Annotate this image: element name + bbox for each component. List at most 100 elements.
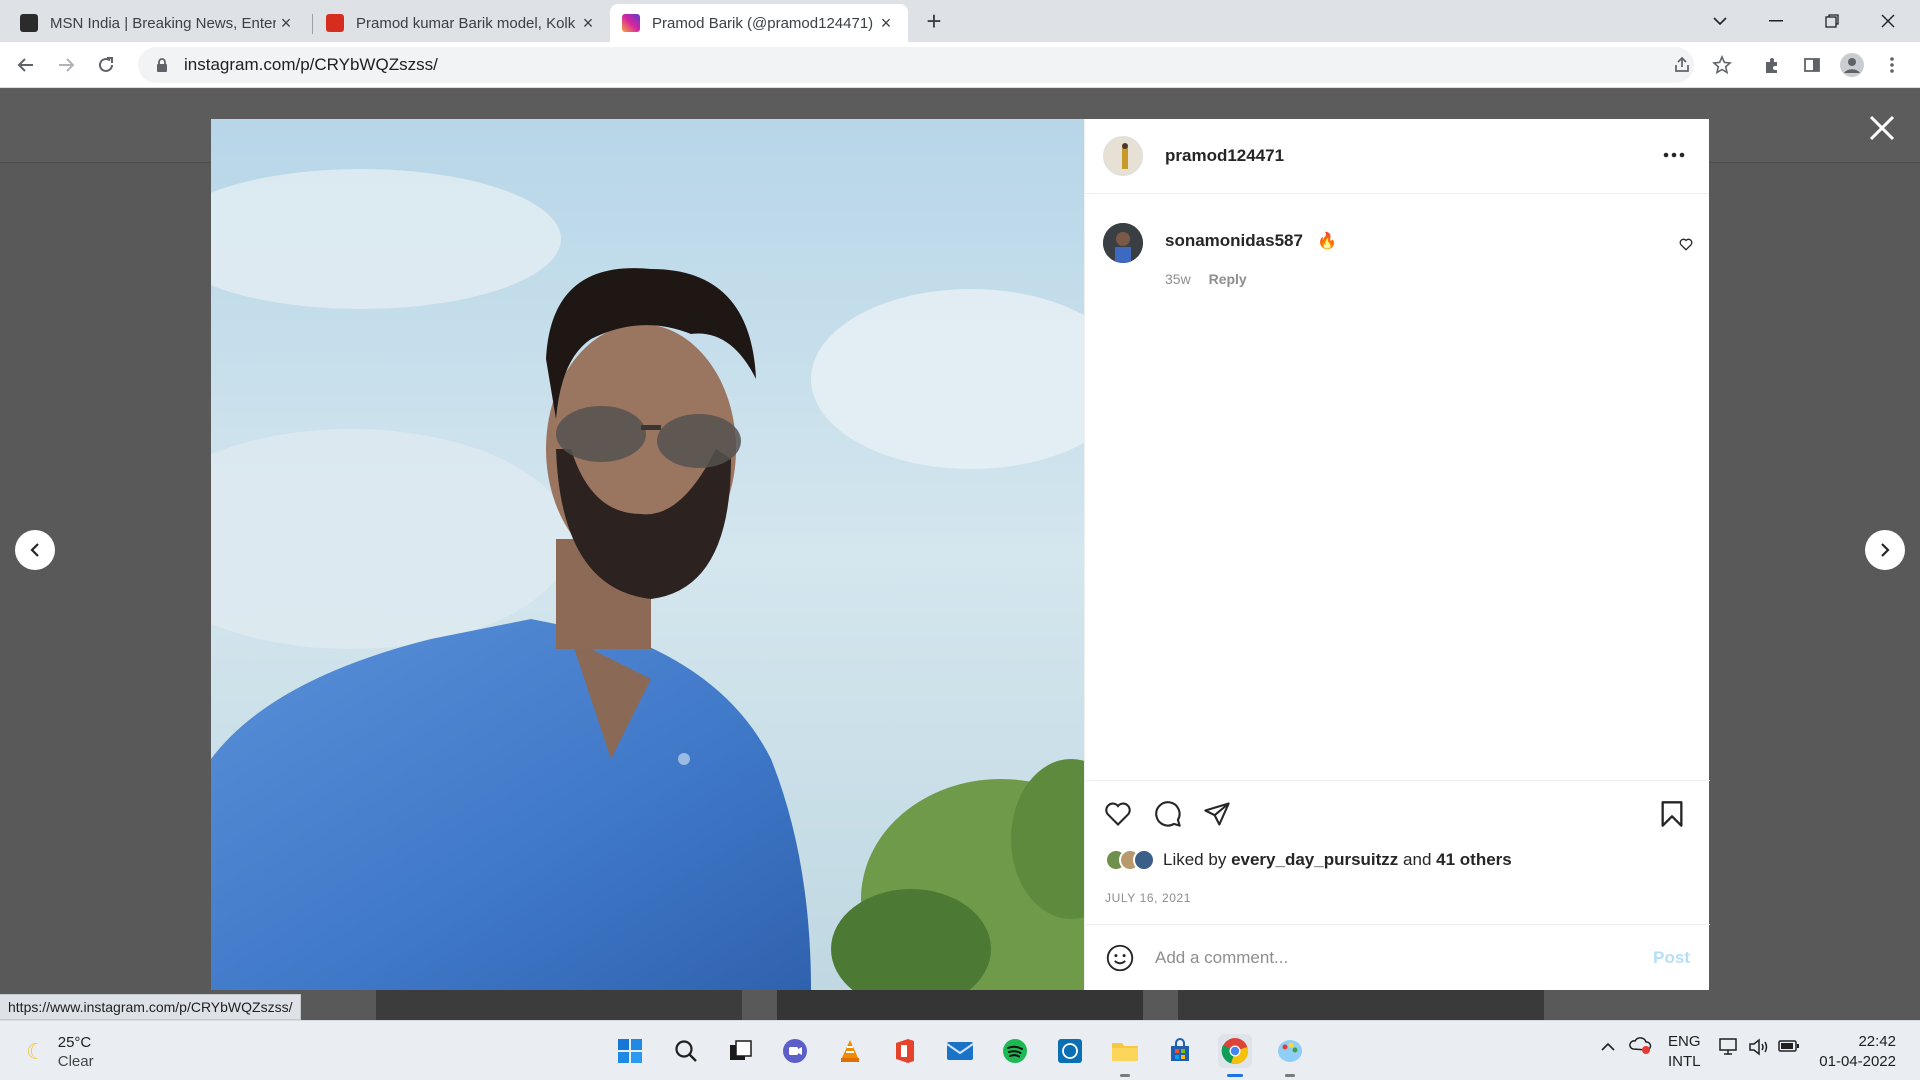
minimize-button[interactable] bbox=[1748, 0, 1804, 42]
moon-icon: ☾ bbox=[26, 1039, 46, 1064]
side-panel-icon[interactable] bbox=[1796, 49, 1828, 81]
comment-username[interactable]: sonamonidas587 bbox=[1165, 231, 1303, 251]
tab-bar: MSN India | Breaking News, Enter × Pramo… bbox=[0, 0, 1920, 42]
likes-prefix: Liked by bbox=[1163, 850, 1227, 869]
volume-icon[interactable] bbox=[1748, 1037, 1770, 1061]
post-button[interactable]: Post bbox=[1653, 948, 1690, 968]
spotify-icon[interactable] bbox=[998, 1034, 1032, 1068]
liker-avatars bbox=[1105, 849, 1155, 871]
share-icon[interactable] bbox=[1666, 49, 1698, 81]
weather-widget[interactable]: ☾ 25°C Clear bbox=[26, 1033, 94, 1071]
search-icon[interactable] bbox=[669, 1034, 703, 1068]
avatar[interactable] bbox=[1103, 136, 1143, 176]
fire-emoji: 🔥 bbox=[1317, 233, 1337, 250]
file-explorer-icon[interactable] bbox=[1108, 1034, 1142, 1077]
lock-icon[interactable] bbox=[152, 58, 172, 72]
emoji-icon[interactable] bbox=[1105, 943, 1135, 973]
taskbar: ☾ 25°C Clear ENG INTL 22:42 01-04-2022 bbox=[0, 1020, 1920, 1080]
instagram-icon bbox=[622, 14, 640, 32]
mail-icon[interactable] bbox=[943, 1034, 977, 1068]
dell-icon[interactable] bbox=[1053, 1034, 1087, 1068]
language-bottom: INTL bbox=[1668, 1053, 1701, 1070]
share-post-icon[interactable] bbox=[1200, 797, 1234, 831]
post-date[interactable]: JULY 16, 2021 bbox=[1105, 891, 1191, 905]
tab-title: Pramod kumar Barik model, Kolk bbox=[356, 14, 576, 32]
previous-post-button[interactable] bbox=[15, 530, 55, 570]
extensions-icon[interactable] bbox=[1756, 49, 1788, 81]
comment-heart-icon[interactable] bbox=[1679, 238, 1693, 256]
heart-icon[interactable] bbox=[1101, 797, 1135, 831]
chrome-icon[interactable] bbox=[1218, 1034, 1252, 1077]
save-icon[interactable] bbox=[1655, 797, 1689, 831]
comment-icon[interactable] bbox=[1151, 797, 1185, 831]
comment-meta: 35w Reply bbox=[1165, 271, 1247, 287]
new-tab-button[interactable]: + bbox=[920, 8, 948, 36]
back-icon[interactable] bbox=[10, 49, 42, 81]
tab-separator bbox=[312, 14, 313, 34]
post-modal: pramod124471 sonamonidas587 🔥 35w Reply bbox=[211, 119, 1710, 990]
office-icon[interactable] bbox=[888, 1034, 922, 1068]
close-icon[interactable]: × bbox=[276, 13, 296, 33]
post-photo-illustration bbox=[211, 119, 1084, 990]
close-icon[interactable]: × bbox=[578, 13, 598, 33]
profile-icon[interactable] bbox=[1836, 49, 1868, 81]
liker-username[interactable]: every_day_pursuitzz bbox=[1231, 850, 1398, 870]
battery-icon[interactable] bbox=[1778, 1039, 1800, 1057]
avatar bbox=[1133, 849, 1155, 871]
likes-conj: and bbox=[1403, 850, 1432, 869]
post-owner-username[interactable]: pramod124471 bbox=[1165, 146, 1284, 166]
browser-toolbar: instagram.com/p/CRYbWQZszss/ bbox=[0, 42, 1920, 88]
forward-icon[interactable] bbox=[50, 49, 82, 81]
post-actions: Liked by every_day_pursuitzz and 41 othe… bbox=[1085, 780, 1710, 920]
site-icon bbox=[326, 14, 344, 32]
tab-instagram[interactable]: Pramod Barik (@pramod124471) × bbox=[610, 4, 908, 42]
bookmark-star-icon[interactable] bbox=[1706, 49, 1738, 81]
language-top: ENG bbox=[1668, 1033, 1701, 1050]
teams-chat-icon[interactable] bbox=[778, 1034, 812, 1068]
task-view-icon[interactable] bbox=[724, 1034, 758, 1068]
tab-pramod-model[interactable]: Pramod kumar Barik model, Kolk × bbox=[314, 4, 610, 42]
clock-time: 22:42 bbox=[1858, 1033, 1896, 1050]
onedrive-icon[interactable] bbox=[1628, 1035, 1652, 1059]
msn-icon bbox=[20, 14, 38, 32]
clock-date: 01-04-2022 bbox=[1819, 1053, 1896, 1070]
tab-title: Pramod Barik (@pramod124471) bbox=[652, 14, 874, 32]
tab-search-icon[interactable] bbox=[1692, 0, 1748, 42]
url-text: instagram.com/p/CRYbWQZszss/ bbox=[184, 55, 438, 74]
next-post-button[interactable] bbox=[1865, 530, 1905, 570]
post-photo[interactable] bbox=[211, 119, 1084, 990]
post-side-panel: pramod124471 sonamonidas587 🔥 35w Reply bbox=[1084, 119, 1710, 990]
clock[interactable]: 22:42 01-04-2022 bbox=[1819, 1032, 1896, 1072]
likes-summary: Liked by every_day_pursuitzz and 41 othe… bbox=[1105, 849, 1512, 871]
menu-icon[interactable] bbox=[1876, 49, 1908, 81]
likes-others[interactable]: 41 others bbox=[1436, 850, 1512, 870]
close-modal-icon[interactable] bbox=[1862, 108, 1902, 148]
add-comment-bar: Add a comment... Post bbox=[1085, 924, 1710, 990]
close-window-button[interactable] bbox=[1860, 0, 1916, 42]
running-indicator bbox=[1285, 1074, 1295, 1077]
reply-button[interactable]: Reply bbox=[1209, 271, 1247, 287]
post-header: pramod124471 bbox=[1085, 119, 1709, 194]
store-icon[interactable] bbox=[1163, 1034, 1197, 1068]
reload-icon[interactable] bbox=[90, 49, 122, 81]
more-options-icon[interactable] bbox=[1659, 143, 1689, 167]
start-icon[interactable] bbox=[613, 1034, 647, 1068]
running-indicator bbox=[1120, 1074, 1130, 1077]
close-icon[interactable]: × bbox=[876, 13, 896, 33]
chevron-right-icon bbox=[1881, 543, 1890, 557]
address-bar[interactable]: instagram.com/p/CRYbWQZszss/ bbox=[138, 47, 1694, 83]
comment-input[interactable]: Add a comment... bbox=[1155, 948, 1653, 968]
language-indicator[interactable]: ENG INTL bbox=[1668, 1032, 1701, 1072]
weather-desc: Clear bbox=[57, 1053, 94, 1070]
comment-age[interactable]: 35w bbox=[1165, 271, 1191, 287]
chevron-up-icon[interactable] bbox=[1600, 1039, 1616, 1056]
avatar[interactable] bbox=[1103, 223, 1143, 263]
weather-temp: 25°C bbox=[57, 1034, 92, 1051]
network-icon[interactable] bbox=[1718, 1037, 1740, 1061]
active-indicator bbox=[1227, 1074, 1243, 1077]
vlc-icon[interactable] bbox=[833, 1034, 867, 1068]
restore-button[interactable] bbox=[1804, 0, 1860, 42]
tab-title: MSN India | Breaking News, Enter bbox=[50, 14, 276, 32]
paint-icon[interactable] bbox=[1273, 1034, 1307, 1077]
tab-msn[interactable]: MSN India | Breaking News, Enter × bbox=[8, 4, 308, 42]
